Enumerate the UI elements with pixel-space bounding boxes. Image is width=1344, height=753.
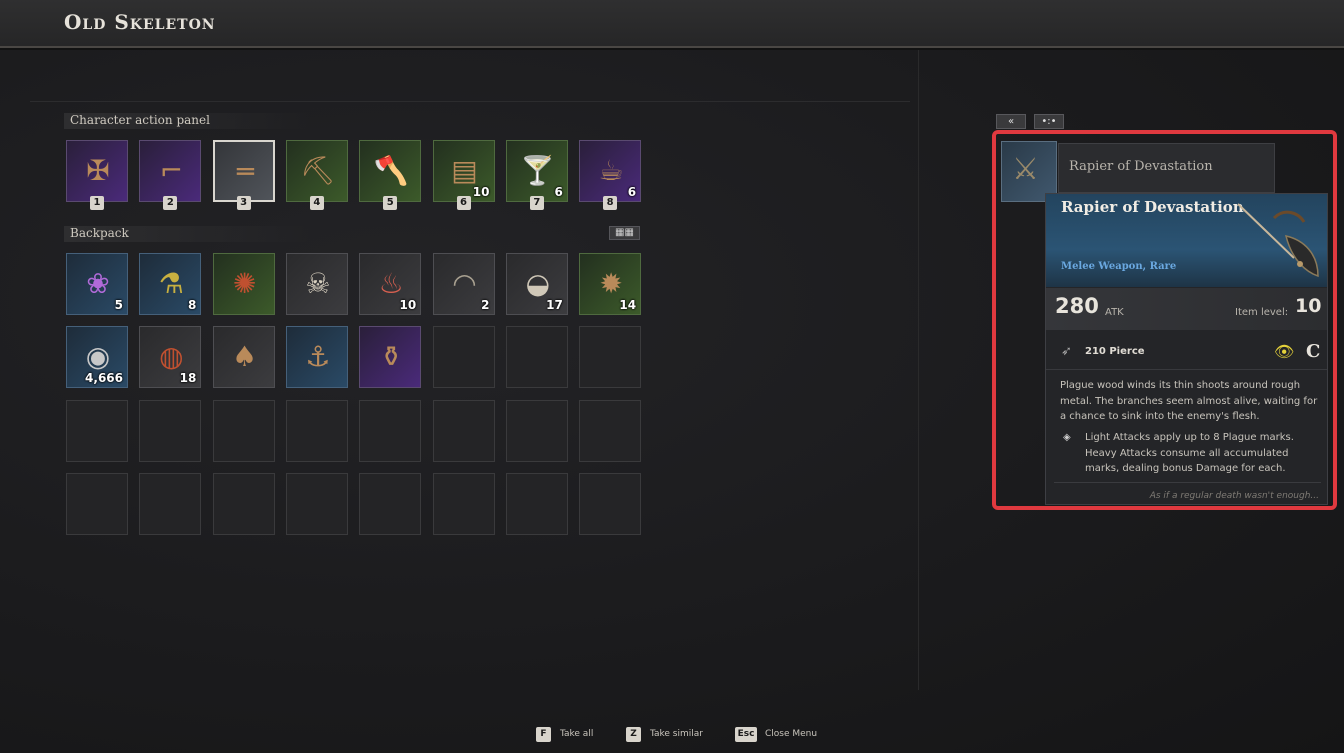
crossbow-icon: ✠	[86, 153, 110, 187]
close-menu-key[interactable]: Esc	[735, 727, 757, 742]
inventory-slot[interactable]: ⌐	[139, 140, 202, 202]
inventory-slot[interactable]: ✠	[66, 140, 128, 202]
item-count: 17	[546, 298, 563, 312]
axe-icon: 🪓	[373, 153, 409, 187]
item-count: 8	[187, 298, 197, 312]
potion-vial-icon: ⚗	[158, 266, 184, 300]
red-fan-icon: ✺	[232, 266, 257, 300]
hotkey-badge: 4	[309, 196, 324, 210]
empty-slot[interactable]	[579, 326, 642, 389]
empty-slot[interactable]	[432, 472, 495, 535]
empty-slot[interactable]	[359, 399, 422, 462]
item-count: 10	[399, 298, 417, 312]
hotkey-badge: 5	[383, 196, 398, 210]
item-count: 6	[554, 185, 563, 199]
empty-slot[interactable]	[66, 472, 128, 535]
hotkey-badge: 8	[603, 196, 618, 210]
inventory-slot[interactable]: ⚓	[285, 326, 348, 389]
empty-slot[interactable]	[212, 472, 275, 535]
take-similar-label[interactable]: Take similar	[650, 729, 703, 739]
collapse-button[interactable]: «	[996, 114, 1026, 129]
grid-view-icon[interactable]: ▦▦	[609, 226, 640, 240]
item-count: 18	[179, 371, 197, 386]
pickaxe-icon: ⛏	[300, 153, 336, 187]
item-count: 4,666	[85, 371, 123, 386]
inventory-slot[interactable]: ▤ 10	[432, 140, 495, 202]
empty-slot[interactable]	[579, 399, 642, 462]
flintlock-pistol-icon: ⌐	[159, 153, 184, 187]
item-count: 6	[627, 185, 637, 199]
empty-slot[interactable]	[505, 326, 568, 389]
close-menu-label[interactable]: Close Menu	[765, 729, 817, 739]
empty-slot[interactable]	[432, 326, 495, 389]
inventory-slot[interactable]: ☠	[285, 253, 348, 315]
action-panel-label: Character action panel	[64, 113, 310, 129]
coffee-pot-icon: ☕	[598, 153, 624, 187]
backpack-label: Backpack	[64, 226, 310, 242]
take-all-label[interactable]: Take all	[560, 729, 593, 739]
inventory-slot[interactable]: ◉ 4,666	[66, 326, 128, 389]
item-count: 10	[472, 185, 490, 199]
empty-slot[interactable]	[285, 472, 348, 535]
empty-slot[interactable]	[139, 472, 202, 535]
panel-divider	[918, 50, 919, 690]
empty-slot[interactable]	[505, 472, 568, 535]
hotkey-badge: 7	[529, 196, 544, 210]
empty-slot[interactable]	[139, 399, 202, 462]
empty-slot[interactable]	[212, 399, 275, 462]
inventory-slot[interactable]: ⚱	[359, 326, 422, 389]
skull-ring-icon: ☠	[305, 266, 331, 300]
inventory-slot[interactable]: 🍸 6	[505, 140, 568, 202]
empty-slot[interactable]	[505, 399, 568, 462]
inventory-slot[interactable]: 🪓	[359, 140, 422, 202]
inventory-slot[interactable]: ✹ 14	[579, 253, 642, 315]
crab-trap-icon: ⚱	[379, 339, 403, 373]
title-bar: Old Skeleton	[0, 0, 1344, 48]
inventory-slot[interactable]: ◍ 18	[139, 326, 202, 389]
take-all-key[interactable]: F	[536, 727, 551, 742]
hotkey-badge: 6	[456, 196, 471, 210]
empty-slot[interactable]	[66, 399, 128, 462]
sort-button[interactable]: •:•	[1034, 114, 1064, 129]
lime-drink-icon: 🍸	[520, 153, 556, 187]
item-count: 5	[114, 298, 123, 312]
inventory-slot[interactable]: ⛏	[285, 140, 348, 202]
hotkey-badge: 2	[163, 196, 178, 210]
inventory-slot[interactable]: ❀ 5	[66, 253, 128, 315]
inventory-slot[interactable]: ♨ 10	[359, 253, 422, 315]
hotkey-badge: 3	[236, 196, 251, 210]
purple-berries-icon: ❀	[86, 266, 110, 300]
empty-slot[interactable]	[359, 472, 422, 535]
grappling-hook-icon: ⚓	[305, 339, 331, 373]
take-similar-key[interactable]: Z	[626, 727, 641, 742]
inventory-slot[interactable]: ◒ 17	[505, 253, 568, 315]
canoe-icon: ◠	[452, 266, 477, 300]
empty-slot[interactable]	[285, 399, 348, 462]
window-title: Old Skeleton	[64, 10, 216, 34]
inventory-slot[interactable]: ◠ 2	[432, 253, 495, 315]
highlight-box	[992, 130, 1337, 510]
inventory-slot[interactable]: ♠	[212, 326, 275, 389]
hotkey-badge: 1	[90, 196, 104, 210]
item-count: 14	[619, 298, 637, 312]
inventory-slot[interactable]: ═	[212, 140, 275, 202]
inventory-slot[interactable]: ⚗ 8	[139, 253, 202, 315]
inventory-slot[interactable]: ✺	[212, 253, 275, 315]
section-divider	[30, 101, 910, 102]
shovel-icon: ♠	[232, 339, 258, 373]
item-count: 2	[481, 298, 490, 312]
empty-slot[interactable]	[579, 472, 642, 535]
inventory-slot[interactable]: ☕ 6	[579, 140, 642, 202]
musket-icon: ═	[237, 154, 255, 188]
empty-slot[interactable]	[432, 399, 495, 462]
